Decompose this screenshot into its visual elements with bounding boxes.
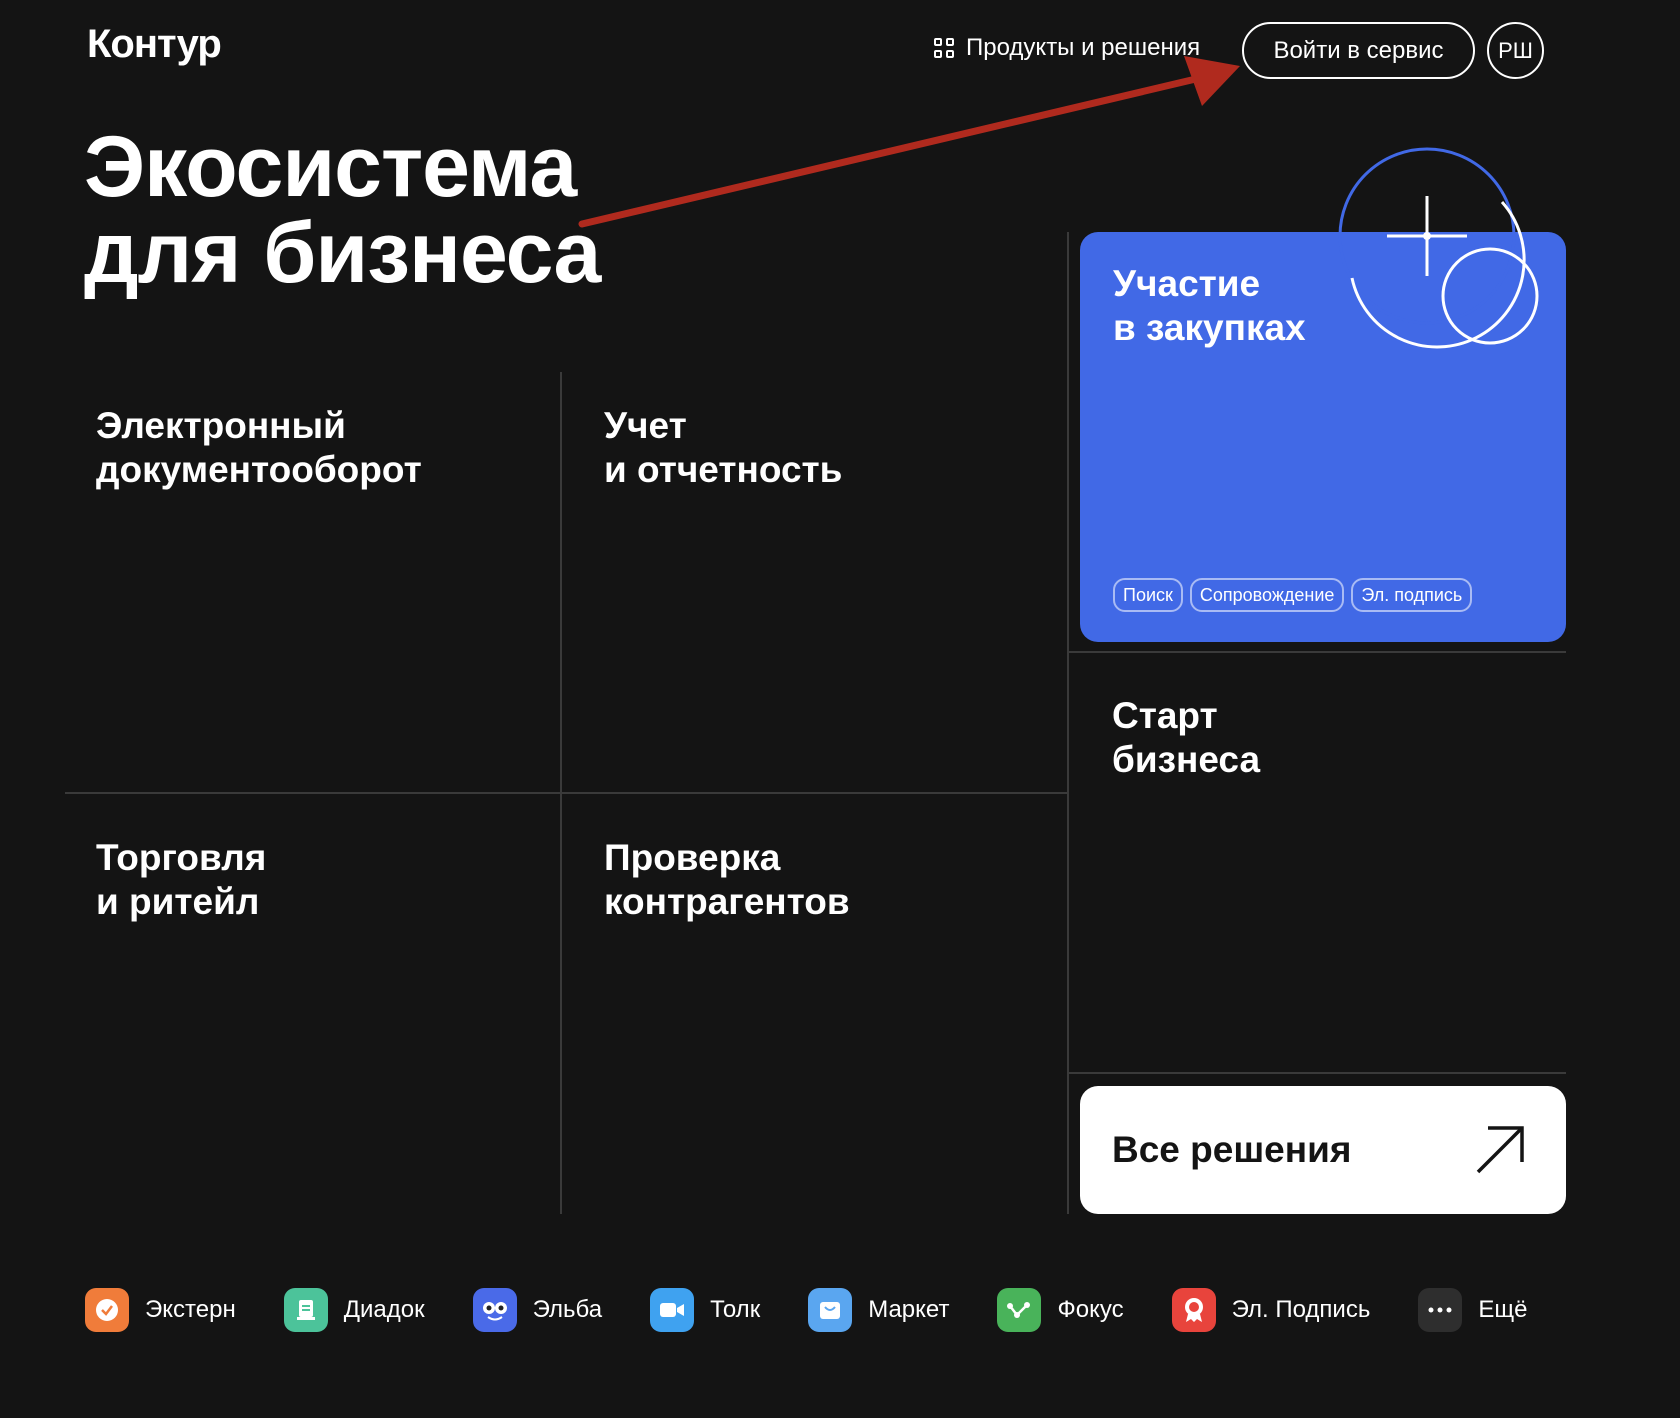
featured-card-title-line1: Участие bbox=[1113, 263, 1261, 304]
login-button[interactable]: Войти в сервис bbox=[1242, 22, 1475, 79]
product-more-label: Ещё bbox=[1478, 1296, 1528, 1323]
more-icon bbox=[1418, 1288, 1463, 1332]
product-more[interactable]: Ещё bbox=[1418, 1288, 1527, 1332]
hero-title-line1: Экосистема bbox=[84, 119, 577, 215]
category-trade-line2: и ритейл bbox=[96, 881, 260, 922]
circles-sparkle-icon bbox=[1338, 147, 1539, 349]
document-icon bbox=[283, 1288, 328, 1332]
category-start-line1: Старт bbox=[1112, 695, 1218, 736]
products-menu-button[interactable]: Продукты и решения bbox=[934, 34, 1200, 62]
grid-divider bbox=[1067, 232, 1069, 1214]
product-diadoc-label: Диадок bbox=[343, 1296, 425, 1323]
tag-support[interactable]: Сопровождение bbox=[1189, 578, 1345, 612]
grid-icon bbox=[934, 38, 954, 58]
tag-search[interactable]: Поиск bbox=[1113, 578, 1183, 612]
category-check[interactable]: Проверка контрагентов bbox=[604, 836, 850, 924]
category-start[interactable]: Старт бизнеса bbox=[1112, 694, 1260, 782]
product-extern[interactable]: Экстерн bbox=[85, 1288, 236, 1332]
product-fokus[interactable]: Фокус bbox=[997, 1288, 1124, 1332]
product-fokus-label: Фокус bbox=[1057, 1296, 1124, 1323]
product-elba-label: Эльба bbox=[532, 1296, 603, 1323]
all-solutions-button[interactable]: Все решения bbox=[1080, 1086, 1566, 1214]
seal-icon bbox=[1171, 1288, 1216, 1332]
product-diadoc[interactable]: Диадок bbox=[283, 1288, 425, 1332]
hero-title-line2: для бизнеса bbox=[84, 205, 601, 301]
products-bar: Экстерн Диадок Эльба Толк Маркет Фокус Э… bbox=[85, 1288, 1527, 1332]
owl-icon bbox=[472, 1288, 517, 1332]
category-accounting-line2: и отчетность bbox=[604, 449, 843, 490]
product-tolk-label: Толк bbox=[710, 1296, 761, 1323]
category-edo-line1: Электронный bbox=[96, 405, 346, 446]
graph-icon bbox=[997, 1288, 1042, 1332]
featured-tags: Поиск Сопровождение Эл. подпись bbox=[1113, 578, 1473, 612]
category-start-line2: бизнеса bbox=[1112, 739, 1261, 780]
grid-divider bbox=[65, 792, 1068, 794]
product-signature-label: Эл. Подпись bbox=[1231, 1296, 1371, 1323]
logo[interactable]: Контур bbox=[87, 22, 222, 67]
category-trade-line1: Торговля bbox=[96, 837, 267, 878]
product-signature[interactable]: Эл. Подпись bbox=[1171, 1288, 1371, 1332]
grid-divider bbox=[1068, 651, 1566, 653]
category-edo-line2: документооборот bbox=[96, 449, 422, 490]
arrow-up-right-icon bbox=[1476, 1126, 1524, 1174]
bag-icon bbox=[808, 1288, 853, 1332]
grid-divider bbox=[1068, 1072, 1566, 1074]
check-icon bbox=[85, 1288, 129, 1332]
category-check-line2: контрагентов bbox=[604, 881, 850, 922]
products-menu-label: Продукты и решения bbox=[966, 34, 1201, 61]
product-extern-label: Экстерн bbox=[145, 1296, 236, 1323]
category-accounting[interactable]: Учет и отчетность bbox=[604, 404, 842, 492]
all-solutions-label: Все решения bbox=[1112, 1129, 1352, 1170]
camera-icon bbox=[650, 1288, 695, 1332]
category-trade[interactable]: Торговля и ритейл bbox=[96, 836, 266, 924]
category-edo[interactable]: Электронный документооборот bbox=[96, 404, 422, 492]
featured-card-title-line2: в закупках bbox=[1113, 307, 1306, 348]
tag-signature[interactable]: Эл. подпись bbox=[1351, 578, 1473, 612]
category-accounting-line1: Учет bbox=[604, 405, 687, 446]
product-market[interactable]: Маркет bbox=[808, 1288, 949, 1332]
product-tolk[interactable]: Толк bbox=[650, 1288, 760, 1332]
category-check-line1: Проверка bbox=[604, 837, 781, 878]
hero-title: Экосистема для бизнеса bbox=[84, 124, 724, 296]
product-market-label: Маркет bbox=[868, 1296, 950, 1323]
product-elba[interactable]: Эльба bbox=[472, 1288, 603, 1332]
avatar[interactable]: РШ bbox=[1487, 22, 1544, 79]
